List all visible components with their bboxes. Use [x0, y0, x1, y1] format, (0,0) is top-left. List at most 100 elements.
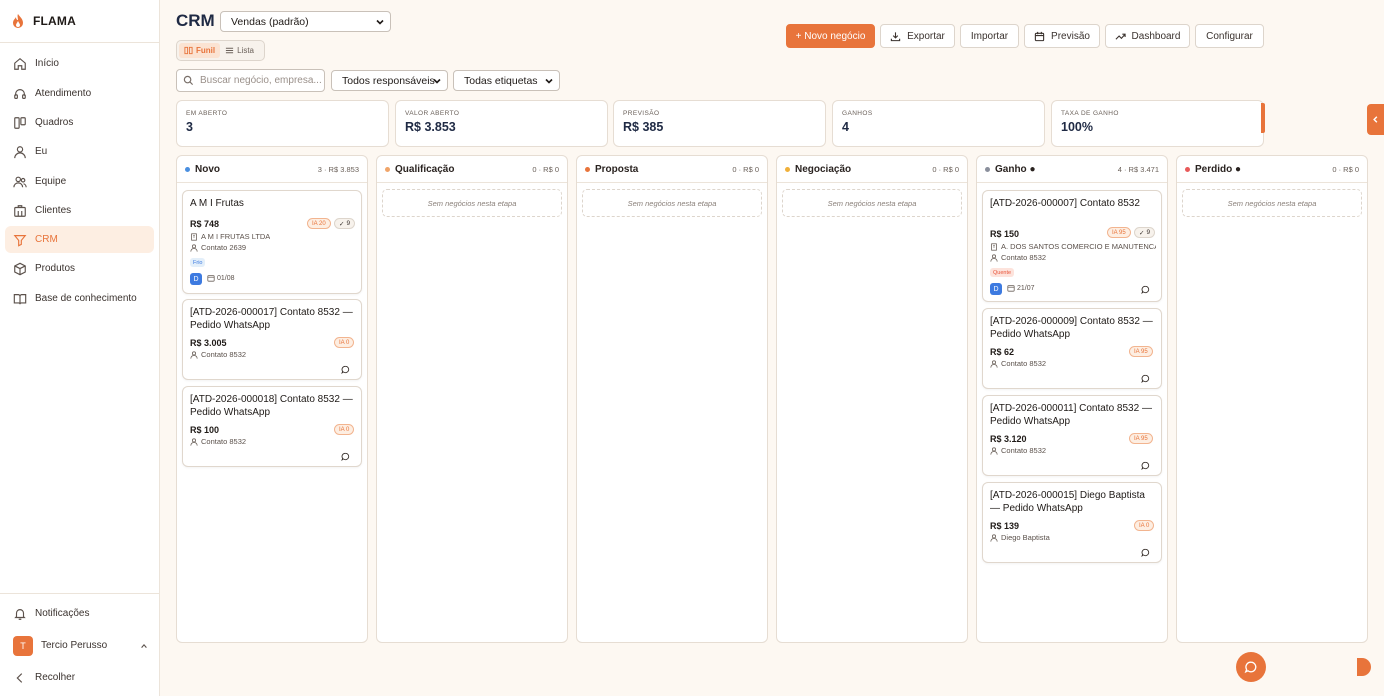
pipeline-select[interactable]: Vendas (padrão) [220, 11, 391, 32]
person-icon [990, 533, 998, 542]
calendar-icon [1034, 31, 1045, 41]
configure-button[interactable]: Configurar [1195, 24, 1264, 48]
contact-name: Contato 8532 [201, 350, 247, 359]
new-deal-button[interactable]: + Novo negócio [786, 24, 875, 48]
column-header: Novo 3 · R$ 3.853 [177, 156, 367, 183]
column-header: Qualificação 0 · R$ 0 [377, 156, 567, 183]
help-widget-button[interactable] [1357, 658, 1371, 676]
deal-date: 21/07 [1007, 284, 1035, 292]
avatar: T [13, 635, 33, 656]
column-title: Proposta [595, 163, 639, 175]
sidebar-item-clientes[interactable]: Clientes [5, 197, 154, 224]
column-summary: 0 · R$ 0 [932, 164, 959, 174]
brand[interactable]: FLAMA [0, 0, 159, 43]
deal-contact: Contato 8532 [190, 350, 246, 359]
comment-icon[interactable] [1141, 374, 1150, 383]
board-icon [14, 116, 26, 129]
deal-card[interactable]: [ATD-2026-000007] Contato 8532 R$ 150 IA… [982, 190, 1162, 302]
sidebar-item-eu[interactable]: Eu [5, 138, 154, 165]
company-name: A. DOS SANTOS COMERCIO E MANUTENCAO [1001, 242, 1156, 251]
column-negociacao: Negociação 0 · R$ 0 Sem negócios nesta e… [776, 155, 968, 643]
empty-stage-placeholder: Sem negócios nesta etapa [1182, 189, 1362, 217]
columns-icon [184, 46, 193, 55]
deal-card[interactable]: A M I Frutas R$ 748 IA 20 ✓ 9 A M I FRUTA… [182, 190, 362, 294]
owners-filter-select[interactable]: Todos responsáveis [331, 70, 448, 91]
column-title: Qualificação [395, 163, 455, 175]
tags-filter-select[interactable]: Todas etiquetas [453, 70, 560, 91]
sidebar-item-label: Base de conhecimento [35, 293, 137, 304]
calendar-icon [1007, 285, 1015, 292]
deal-contact: Contato 2639 [190, 243, 246, 252]
notifications-button[interactable]: Notificações [5, 600, 154, 627]
contact-name: Contato 8532 [1001, 446, 1047, 455]
comment-icon[interactable] [341, 452, 350, 461]
side-panel-toggle[interactable] [1367, 104, 1384, 135]
comment-icon[interactable] [1141, 461, 1150, 470]
tasks-badge: ✓ 9 [1134, 227, 1156, 238]
funnel-view-button[interactable]: Funil [179, 43, 221, 58]
company-icon [191, 232, 197, 241]
deal-title: [ATD-2026-000007] Contato 8532 [990, 198, 1140, 209]
column-header: Proposta 0 · R$ 0 [577, 156, 767, 183]
dashboard-button[interactable]: Dashboard [1105, 24, 1190, 48]
stat-open-value: VALOR ABERTO R$ 3.853 [395, 100, 608, 147]
chat-bubble-button[interactable] [1236, 652, 1266, 682]
stat-card-edge [1261, 103, 1265, 133]
deal-contact: Contato 8532 [990, 359, 1046, 368]
deal-contact: Diego Baptista [990, 533, 1050, 542]
sidebar-item-base-de-conhecimento[interactable]: Base de conhecimento [5, 285, 154, 312]
comment-icon[interactable] [341, 365, 350, 374]
owner-avatar: D [990, 283, 1002, 295]
import-button[interactable]: Importar [960, 24, 1019, 48]
deal-card[interactable]: [ATD-2026-000009] Contato 8532 — Pedido … [982, 308, 1162, 389]
export-button[interactable]: Exportar [880, 24, 955, 48]
deal-card[interactable]: [ATD-2026-000017] Contato 8532 — Pedido … [182, 299, 362, 380]
column-summary: 4 · R$ 3.471 [1117, 164, 1159, 174]
sidebar-item-produtos[interactable]: Produtos [5, 255, 154, 282]
deal-title: [ATD-2026-000011] Contato 8532 — Pedido … [990, 403, 1152, 427]
sidebar-item-label: Início [35, 58, 59, 69]
search-field[interactable]: Buscar negócio, empresa... [176, 69, 325, 92]
ai-score-badge: IA 0 [334, 337, 355, 348]
sidebar-item-label: Quadros [35, 117, 74, 128]
deal-card[interactable]: [ATD-2026-000018] Contato 8532 — Pedido … [182, 386, 362, 467]
user-menu[interactable]: T Tercio Perusso [5, 632, 154, 659]
date-text: 21/07 [1017, 284, 1035, 292]
brand-name: FLAMA [33, 14, 76, 28]
empty-stage-placeholder: Sem negócios nesta etapa [382, 189, 562, 217]
sidebar-item-label: Produtos [35, 263, 76, 274]
deal-title: [ATD-2026-000009] Contato 8532 — Pedido … [990, 316, 1153, 340]
sidebar-item-quadros[interactable]: Quadros [5, 109, 154, 136]
stage-dot [185, 166, 190, 172]
column-proposta: Proposta 0 · R$ 0 Sem negócios nesta eta… [576, 155, 768, 643]
check-icon: ✓ [339, 220, 345, 228]
comment-icon[interactable] [1141, 548, 1150, 557]
stage-dot [585, 166, 590, 172]
sidebar-item-inicio[interactable]: Início [5, 50, 154, 77]
stage-dot [385, 166, 390, 172]
person-icon [990, 359, 998, 368]
ai-score-badge: IA 20 [307, 218, 331, 229]
deal-card[interactable]: [ATD-2026-000015] Diego Baptista — Pedid… [982, 482, 1162, 563]
deal-card[interactable]: [ATD-2026-000011] Contato 8532 — Pedido … [982, 395, 1162, 476]
forecast-button[interactable]: Previsão [1024, 24, 1100, 48]
sidebar-item-label: Atendimento [35, 88, 92, 99]
comment-icon[interactable] [1141, 285, 1150, 294]
stat-won: GANHOS 4 [832, 100, 1045, 147]
contact-name: Contato 8532 [1001, 253, 1047, 262]
person-icon [190, 350, 198, 359]
download-icon [890, 31, 901, 41]
collapse-sidebar-button[interactable]: Recolher [5, 664, 154, 691]
sidebar-item-equipe[interactable]: Equipe [5, 168, 154, 195]
list-view-button[interactable]: Lista [220, 43, 259, 58]
sidebar-item-atendimento[interactable]: Atendimento [5, 80, 154, 107]
view-toggle: Funil Lista [176, 40, 265, 61]
pipeline-select-value: Vendas (padrão) [231, 15, 309, 28]
contact-name: Contato 8532 [1001, 359, 1047, 368]
sidebar-item-crm[interactable]: CRM [5, 226, 154, 253]
book-icon [13, 293, 27, 304]
main-content: CRM Vendas (padrão) Funil Lista + Novo n… [160, 0, 1384, 696]
deal-company: A M I FRUTAS LTDA [190, 232, 270, 241]
column-title: Negociação [795, 163, 852, 175]
company-name: A M I FRUTAS LTDA [201, 232, 271, 241]
